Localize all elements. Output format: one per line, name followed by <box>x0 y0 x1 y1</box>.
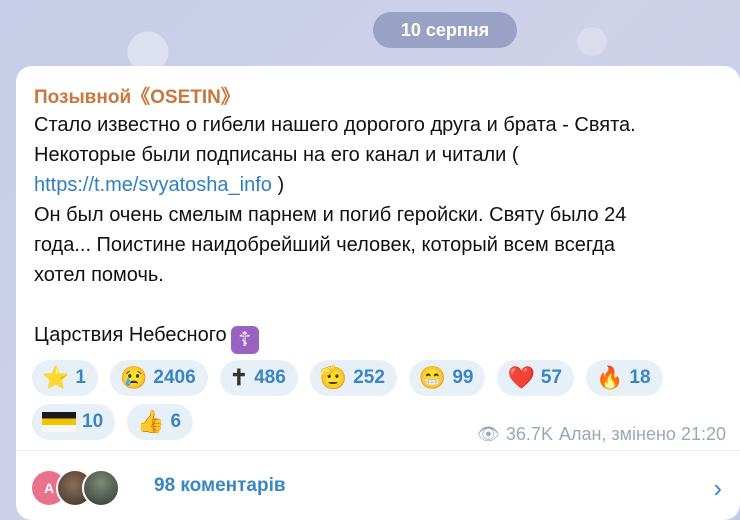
reaction-count: 2406 <box>153 367 196 388</box>
message-line: Царствия Небесного ☦ <box>34 320 724 354</box>
message-line: https://t.me/svyatosha_info ) <box>34 170 724 200</box>
salute-icon: 🫡 <box>319 365 348 390</box>
reaction-count: 486 <box>254 367 286 388</box>
date-separator: 10 серпня <box>373 12 517 48</box>
heart-icon: ❤️ <box>507 365 535 390</box>
message-line: Стало известно о гибели нашего дорогого … <box>34 114 636 136</box>
fire-icon: 🔥 <box>596 365 624 390</box>
sender-name[interactable]: Позывной《OSETIN》 <box>34 82 240 109</box>
message-line: Он был очень смелым парнем и погиб герой… <box>34 204 627 226</box>
message-line: года... Поистине наидобрейший человек, к… <box>34 234 616 256</box>
reaction-fire[interactable]: 🔥 18 <box>586 360 663 396</box>
crying-face-icon: 😢 <box>119 365 148 390</box>
closing-text: Царствия Небесного <box>34 324 227 346</box>
avatar <box>82 469 120 507</box>
orthodox-cross-icon: ☦ <box>230 326 259 354</box>
reaction-cry[interactable]: 😢 2406 <box>109 360 208 396</box>
reaction-thumbs-up[interactable]: 👍 6 <box>127 404 194 440</box>
commenter-avatars: А <box>30 469 140 509</box>
thumbs-up-icon: 👍 <box>137 409 165 434</box>
message-line <box>34 290 724 320</box>
reaction-count: 1 <box>75 367 86 388</box>
message-bubble[interactable]: Позывной《OSETIN》 Стало известно о гибели… <box>16 66 740 450</box>
reaction-count: 18 <box>629 367 651 388</box>
channel-link[interactable]: https://t.me/svyatosha_info <box>34 174 272 196</box>
message-meta: 👁 36.7K Алан, змінено 21:20 <box>477 424 726 445</box>
reaction-star[interactable]: ⭐ 1 <box>32 360 98 396</box>
comments-count-label[interactable]: 98 коментарів <box>154 475 286 497</box>
message-line: хотел помочь. <box>34 264 164 286</box>
link-suffix: ) <box>271 174 285 196</box>
reaction-count: 10 <box>82 411 104 432</box>
star-icon: ⭐ <box>42 365 70 390</box>
eye-icon: 👁 <box>477 424 500 444</box>
grinning-face-icon: 😁 <box>418 365 447 390</box>
view-count: 36.7K <box>505 424 553 444</box>
reaction-grin[interactable]: 😁 99 <box>408 360 486 396</box>
flag-icon <box>42 412 76 432</box>
author-edited-time: Алан, змінено 21:20 <box>558 424 726 444</box>
message-text: Стало известно о гибели нашего дорогого … <box>34 110 724 354</box>
comments-button[interactable]: А 98 коментарів › <box>16 450 740 520</box>
reaction-cross[interactable]: ✝ 486 <box>219 360 298 396</box>
reaction-salute[interactable]: 🫡 252 <box>309 360 397 396</box>
message-line: Некоторые были подписаны на его канал и … <box>34 144 519 166</box>
reaction-count: 6 <box>170 411 182 432</box>
reaction-heart[interactable]: ❤️ 57 <box>497 360 575 396</box>
cross-icon: ✝ <box>229 365 249 390</box>
chevron-right-icon[interactable]: › <box>713 473 722 504</box>
reaction-count: 57 <box>540 367 563 388</box>
reaction-count: 99 <box>452 367 474 388</box>
reaction-count: 252 <box>353 367 385 388</box>
reaction-flag[interactable]: 10 <box>32 404 116 440</box>
